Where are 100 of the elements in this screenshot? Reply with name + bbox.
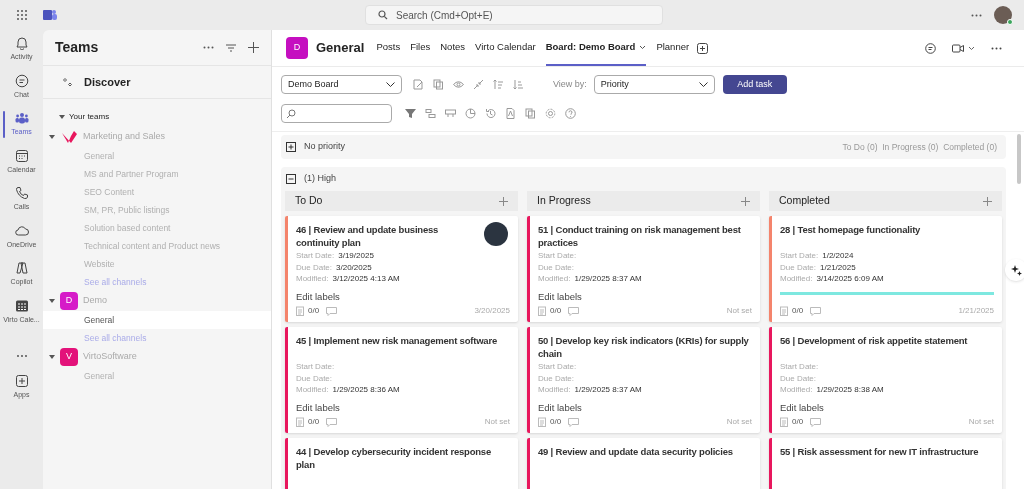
channel-tab[interactable]: Planner <box>656 30 690 66</box>
search-icon <box>378 10 388 20</box>
edit-icon[interactable] <box>413 79 424 90</box>
task-card[interactable]: 44 | Develop cybersecurity incident response plan <box>285 438 518 489</box>
task-card[interactable]: 46 | Review and update business continuity plan Start Date: 3/19/2025 Due Date: 3/20/2025 Modified: 3/12/2025 4:13 AM Edit labels 0/0 3/20/2025 <box>285 216 518 322</box>
view-by-dropdown[interactable]: Priority <box>593 75 715 94</box>
comment-icon[interactable] <box>810 417 822 427</box>
channel-tab[interactable]: Files <box>410 30 431 66</box>
filter-icon[interactable] <box>226 43 236 52</box>
add-icon[interactable] <box>741 196 750 206</box>
field-label: Modified: <box>780 273 813 285</box>
edit-labels-link[interactable]: Edit labels <box>538 289 582 304</box>
add-icon[interactable] <box>983 196 992 206</box>
card-title[interactable]: 49 | Review and update data security policies <box>538 445 754 471</box>
comment-icon[interactable] <box>326 417 338 427</box>
field-value: 3/12/2025 4:13 AM <box>332 273 400 285</box>
comment-icon[interactable] <box>810 306 822 316</box>
avatar[interactable] <box>994 6 1012 24</box>
task-card[interactable]: 56 | Development of risk appetite statement Start Date: Due Date: Modified: 1/29/2025 8:38 AM Edit labels 0/0 Not set <box>769 327 1002 433</box>
comment-icon[interactable] <box>326 306 338 316</box>
discover-icon <box>63 77 72 87</box>
caret-icon[interactable] <box>49 355 55 359</box>
chat-icon[interactable] <box>925 42 936 54</box>
search-field[interactable] <box>281 104 392 123</box>
card-title[interactable]: 50 | Develop key risk indicators (KRIs) for supply chain <box>538 334 754 360</box>
task-card[interactable]: 51 | Conduct training on risk management best practices Start Date: Due Date: Modified: 1/29/2025 8:37 AM Edit labels 0/0 Not set <box>527 216 760 322</box>
checklist-count: 0/0 <box>792 416 804 428</box>
board-dropdown[interactable]: Demo Board <box>281 75 402 94</box>
app-launcher-icon[interactable] <box>15 9 28 21</box>
search-field[interactable]: Search (Cmd+Opt+E) <box>365 5 663 25</box>
card-title[interactable]: 56 | Development of risk appetite statement <box>780 334 996 360</box>
card-title[interactable]: 46 | Review and update business continuity plan <box>296 223 512 249</box>
filter-icon[interactable] <box>405 108 416 119</box>
add-icon[interactable] <box>248 42 259 53</box>
scrollbar[interactable] <box>1017 134 1021 184</box>
channel-item[interactable]: General <box>43 311 271 329</box>
video-call-icon[interactable] <box>952 43 964 53</box>
more-icon[interactable] <box>203 46 214 49</box>
pdf-icon[interactable] <box>505 108 516 119</box>
task-card[interactable]: 55 | Risk assessment for new IT infrastructure <box>769 438 1002 489</box>
history-icon[interactable] <box>485 108 496 119</box>
swimlane-title[interactable]: (1) High <box>304 172 1001 186</box>
sort-ascending-icon[interactable] <box>493 79 504 90</box>
card-icon[interactable] <box>445 108 456 119</box>
task-card[interactable]: 49 | Review and update data security policies <box>527 438 760 489</box>
due-date: 3/20/2025 <box>474 305 510 317</box>
more-icon[interactable] <box>971 13 982 17</box>
collapse-icon[interactable] <box>286 174 296 184</box>
task-card[interactable]: 45 | Implement new risk management software Start Date: Due Date: Modified: 1/29/2025 8:36 AM Edit labels 0/0 Not set <box>285 327 518 433</box>
channel-tab[interactable]: Notes <box>440 30 466 66</box>
comment-icon[interactable] <box>568 417 580 427</box>
field-label: Modified: <box>296 273 329 285</box>
edit-labels-link[interactable]: Edit labels <box>538 400 582 415</box>
channel-tab[interactable]: Virto Calendar <box>475 30 536 66</box>
more-icon[interactable] <box>991 46 1002 50</box>
field-label: Start Date: <box>538 250 577 262</box>
checklist-icon <box>538 417 546 427</box>
discover-link[interactable]: Discover <box>84 73 131 91</box>
swimlane-summary: To Do (0) In Progress (0) Completed (0) <box>842 140 997 154</box>
caret-icon[interactable] <box>49 135 55 139</box>
copy-icon[interactable] <box>525 108 536 119</box>
checklist-icon <box>780 417 788 427</box>
eye-icon[interactable] <box>453 79 464 90</box>
swimlane-title[interactable]: No priority <box>304 140 835 154</box>
swimlane-icon[interactable] <box>425 108 436 119</box>
chevron-down-icon <box>698 82 708 87</box>
add-icon[interactable] <box>499 196 508 206</box>
card-title[interactable]: 44 | Develop cybersecurity incident response plan <box>296 445 512 471</box>
channel-tab[interactable]: Posts <box>376 30 401 66</box>
caret-icon[interactable] <box>968 45 975 51</box>
field-label: Modified: <box>538 273 571 285</box>
comment-icon[interactable] <box>568 306 580 316</box>
edit-labels-link[interactable]: Edit labels <box>296 400 340 415</box>
app-logo-icon <box>43 8 57 22</box>
task-card[interactable]: 50 | Develop key risk indicators (KRIs) for supply chain Start Date: Due Date: Modified: 1/29/2025 8:37 AM Edit labels 0/0 Not set <box>527 327 760 433</box>
expand-icon[interactable] <box>286 142 296 152</box>
bell-icon <box>14 36 29 50</box>
caret-icon[interactable] <box>59 115 65 119</box>
edit-labels-link[interactable]: Edit labels <box>780 400 824 415</box>
team-avatar: D <box>60 292 78 310</box>
channel-tab[interactable]: Board: Demo Board <box>545 30 647 66</box>
card-title[interactable]: 55 | Risk assessment for new IT infrastructure <box>780 445 996 471</box>
task-card[interactable]: 28 | Test homepage functionality Start Date: 1/2/2024 Due Date: 1/21/2025 Modified: 3/14/2025 6:09 AM 0/0 1/21/2025 <box>769 216 1002 322</box>
caret-icon <box>639 44 647 50</box>
field-value: 3/20/2025 <box>336 261 372 273</box>
copy-icon[interactable] <box>433 79 444 90</box>
add-task-button[interactable]: Add task <box>722 75 787 94</box>
card-title[interactable]: 45 | Implement new risk management software <box>296 334 512 360</box>
settings-icon[interactable] <box>545 108 556 119</box>
due-date: Not set <box>968 416 994 428</box>
edit-labels-link[interactable]: Edit labels <box>296 289 340 304</box>
section-header[interactable]: Your teams <box>69 111 110 123</box>
chart-icon[interactable] <box>465 108 476 119</box>
caret-icon[interactable] <box>49 299 55 303</box>
card-title[interactable]: 28 | Test homepage functionality <box>780 223 996 249</box>
add-tab-icon[interactable] <box>697 42 709 54</box>
card-title[interactable]: 51 | Conduct training on risk management best practices <box>538 223 754 249</box>
help-icon[interactable] <box>565 108 576 119</box>
sort-descending-icon[interactable] <box>513 79 524 90</box>
calendar-icon <box>14 148 29 163</box>
